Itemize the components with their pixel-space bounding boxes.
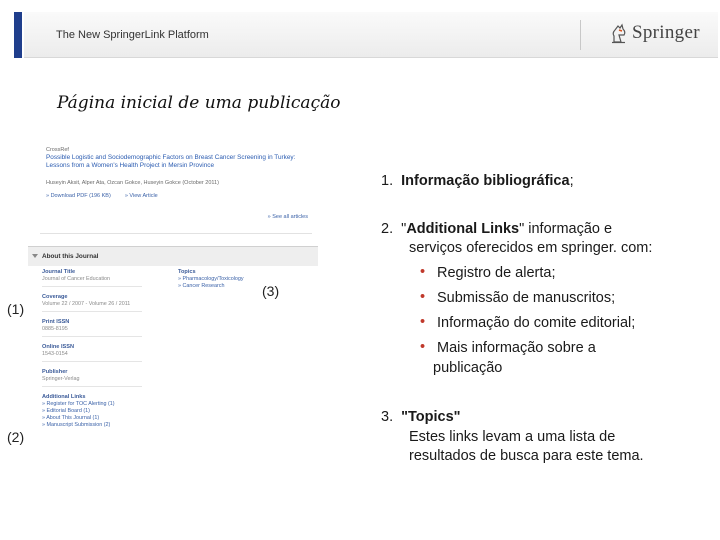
about-journal-link[interactable]: » About This Journal (1)	[42, 415, 172, 422]
list-item-3-bold: "Topics"	[401, 409, 461, 425]
list-item-2-line-2: serviços oferecidos em springer. com:	[409, 240, 653, 256]
header-divider	[580, 20, 581, 50]
bullet-item-3: Informação do comite editorial;	[437, 315, 636, 331]
collapse-triangle-icon[interactable]	[32, 254, 38, 258]
field-value: Journal of Cancer Education	[42, 276, 111, 282]
list-item-1-bold: Informação bibliográfica	[401, 173, 570, 189]
download-pdf-link[interactable]: » Download PDF (196 KB)	[46, 192, 111, 200]
field-value: Springer-Verlag	[42, 376, 80, 382]
marker-three: (3)	[262, 283, 280, 299]
coverage-field: Coverage Volume 22 / 2007 - Volume 26 / …	[42, 293, 172, 312]
header-bar: The New SpringerLink Platform Springer	[24, 12, 718, 58]
see-all-articles-link[interactable]: » See all articles	[268, 213, 308, 221]
list-item-2-post: " informação e	[519, 221, 613, 237]
bullet-dot: •	[420, 314, 426, 330]
journal-info-column: Journal Title Journal of Cancer Educatio…	[42, 268, 172, 435]
list-number: 3.	[381, 409, 394, 425]
online-issn-field: Online ISSN 1543-0154	[42, 343, 172, 362]
topic-link[interactable]: » Pharmacology/Toxicology	[178, 276, 308, 283]
list-item-3-line-2: resultados de busca para este tema.	[409, 448, 644, 464]
header-title: The New SpringerLink Platform	[56, 29, 209, 41]
field-value: Volume 22 / 2007 - Volume 26 / 2011	[42, 301, 131, 307]
marker-two: (2)	[7, 429, 25, 445]
about-journal-title: About this Journal	[42, 253, 99, 260]
list-number: 1.	[381, 173, 394, 189]
bullet-item-2: Submissão de manuscritos;	[437, 290, 616, 306]
print-issn-field: Print ISSN 0885-8195	[42, 318, 172, 337]
article-screenshot: CrossRef Possible Logistic and Sociodemo…	[40, 142, 312, 234]
bullet-item-1: Registro de alerta;	[437, 265, 556, 281]
field-value: 0885-8195	[42, 326, 68, 332]
bullet-dot: •	[420, 264, 426, 280]
field-divider	[42, 286, 142, 287]
topics-label: Topics	[178, 269, 196, 275]
article-source: CrossRef	[46, 147, 69, 153]
additional-links-section: Additional Links » Register for TOC Aler…	[42, 393, 172, 429]
list-item-2-bold: Additional Links	[406, 221, 520, 237]
manuscript-submission-link[interactable]: » Manuscript Submission (2)	[42, 422, 172, 429]
topic-link[interactable]: » Cancer Research	[178, 283, 308, 290]
field-label: Print ISSN	[42, 319, 70, 325]
field-label: Publisher	[42, 369, 68, 375]
list-number: 2.	[381, 221, 394, 237]
about-journal-header[interactable]: About this Journal	[28, 246, 318, 266]
list-item-1-tail: ;	[569, 173, 574, 189]
list-item-2: 2. "Additional Links" informação e	[381, 219, 612, 239]
article-authors: Huseyin Aksit, Alper Ata, Ozcan Gokce, H…	[46, 180, 219, 186]
marker-one: (1)	[7, 301, 25, 317]
article-title[interactable]: Possible Logistic and Sociodemographic F…	[46, 154, 310, 170]
field-divider	[42, 311, 142, 312]
header-accent-bar	[14, 12, 22, 58]
view-article-link[interactable]: » View Article	[125, 192, 158, 200]
bullet-item-4: Mais informação sobre a	[437, 340, 596, 356]
bullet-dot: •	[420, 339, 426, 355]
slide-title: Página inicial de uma publicação	[57, 93, 341, 113]
logo-text: Springer	[632, 22, 700, 43]
springer-knight-icon	[612, 23, 626, 44]
springer-logo: Springer	[610, 22, 700, 44]
list-item-3-line-1: Estes links levam a uma lista de	[409, 429, 616, 445]
publisher-field: Publisher Springer-Verlag	[42, 368, 172, 387]
field-label: Coverage	[42, 294, 68, 300]
bullet-dot: •	[420, 289, 426, 305]
field-divider	[42, 361, 142, 362]
field-label: Journal Title	[42, 269, 76, 275]
field-value: 1543-0154	[42, 351, 68, 357]
field-divider	[42, 386, 142, 387]
register-toc-link[interactable]: » Register for TOC Alerting (1)	[42, 401, 172, 408]
article-links: » Download PDF (196 KB) » View Article	[46, 192, 158, 200]
editorial-board-link[interactable]: » Editorial Board (1)	[42, 408, 172, 415]
bullet-item-4-continued: publicação	[433, 360, 503, 376]
list-item-3: 3. "Topics"	[381, 407, 461, 427]
field-divider	[42, 336, 142, 337]
about-journal-panel: About this Journal Journal Title Journal…	[28, 246, 318, 472]
list-item-1: 1. Informação bibliográfica;	[381, 171, 574, 191]
journal-title-field: Journal Title Journal of Cancer Educatio…	[42, 268, 172, 287]
additional-links-label: Additional Links	[42, 394, 86, 400]
topics-column: Topics » Pharmacology/Toxicology » Cance…	[178, 268, 308, 290]
header-band: The New SpringerLink Platform Springer	[14, 12, 718, 58]
field-label: Online ISSN	[42, 344, 75, 350]
